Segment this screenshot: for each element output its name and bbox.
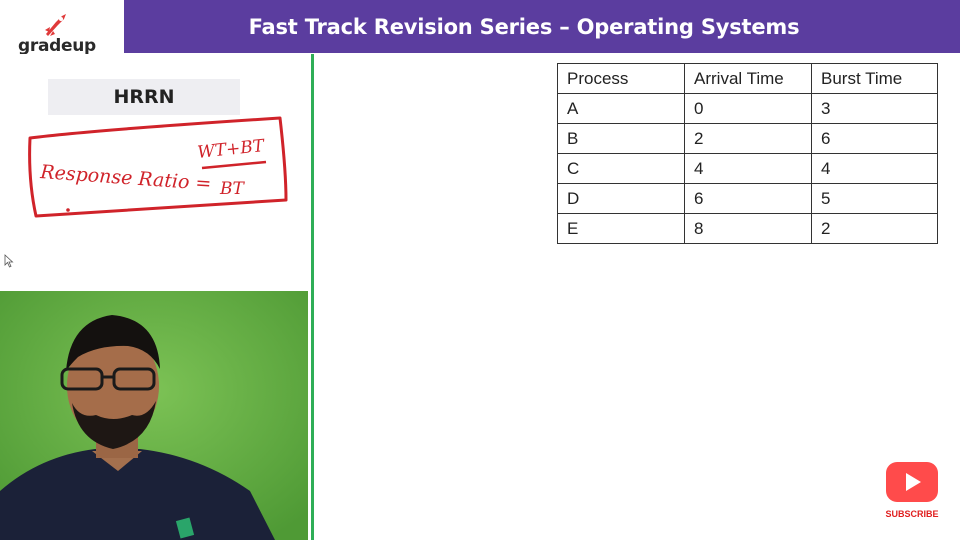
column-header-process: Process <box>557 63 685 94</box>
play-icon <box>886 462 938 502</box>
burst-cell: 4 <box>811 153 938 184</box>
arrival-cell: 8 <box>684 213 812 244</box>
burst-cell: 2 <box>811 213 938 244</box>
process-cell: B <box>557 123 685 154</box>
column-header-arrival-time: Arrival Time <box>684 63 812 94</box>
process-table: Process Arrival Time Burst Time A 0 3 B … <box>557 63 938 244</box>
process-cell: A <box>557 93 685 124</box>
presenter-image <box>0 291 308 540</box>
table-header-row: Process Arrival Time Burst Time <box>557 63 938 94</box>
process-cell: E <box>557 213 685 244</box>
header-bar: Fast Track Revision Series – Operating S… <box>124 0 960 53</box>
column-header-burst-time: Burst Time <box>811 63 938 94</box>
arrival-cell: 6 <box>684 183 812 214</box>
table-row: E 8 2 <box>557 213 938 244</box>
process-cell: C <box>557 153 685 184</box>
table-row: D 6 5 <box>557 183 938 214</box>
rocket-icon <box>45 14 66 36</box>
mouse-cursor-icon <box>4 254 14 268</box>
arrival-cell: 2 <box>684 123 812 154</box>
burst-cell: 6 <box>811 123 938 154</box>
arrival-cell: 0 <box>684 93 812 124</box>
burst-cell: 5 <box>811 183 938 214</box>
formula-label: Response Ratio = <box>39 161 212 195</box>
table-row: B 2 6 <box>557 123 938 154</box>
process-cell: D <box>557 183 685 214</box>
page-title: Fast Track Revision Series – Operating S… <box>248 14 800 39</box>
subscribe-button[interactable]: SUBSCRIBE <box>880 462 944 519</box>
burst-cell: 3 <box>811 93 938 124</box>
logo: gradeup <box>0 0 124 56</box>
table-row: A 0 3 <box>557 93 938 124</box>
arrival-cell: 4 <box>684 153 812 184</box>
logo-text: gradeup <box>18 36 96 56</box>
formula-denominator: BT <box>219 179 245 199</box>
formula-box: Response Ratio = WT+BT BT <box>28 116 288 218</box>
table-row: C 4 4 <box>557 153 938 184</box>
topic-label: HRRN <box>113 86 175 108</box>
subscribe-label: SUBSCRIBE <box>885 509 939 519</box>
panel-divider <box>311 54 314 540</box>
formula-numerator: WT+BT <box>196 136 266 163</box>
webcam-video <box>0 291 308 540</box>
